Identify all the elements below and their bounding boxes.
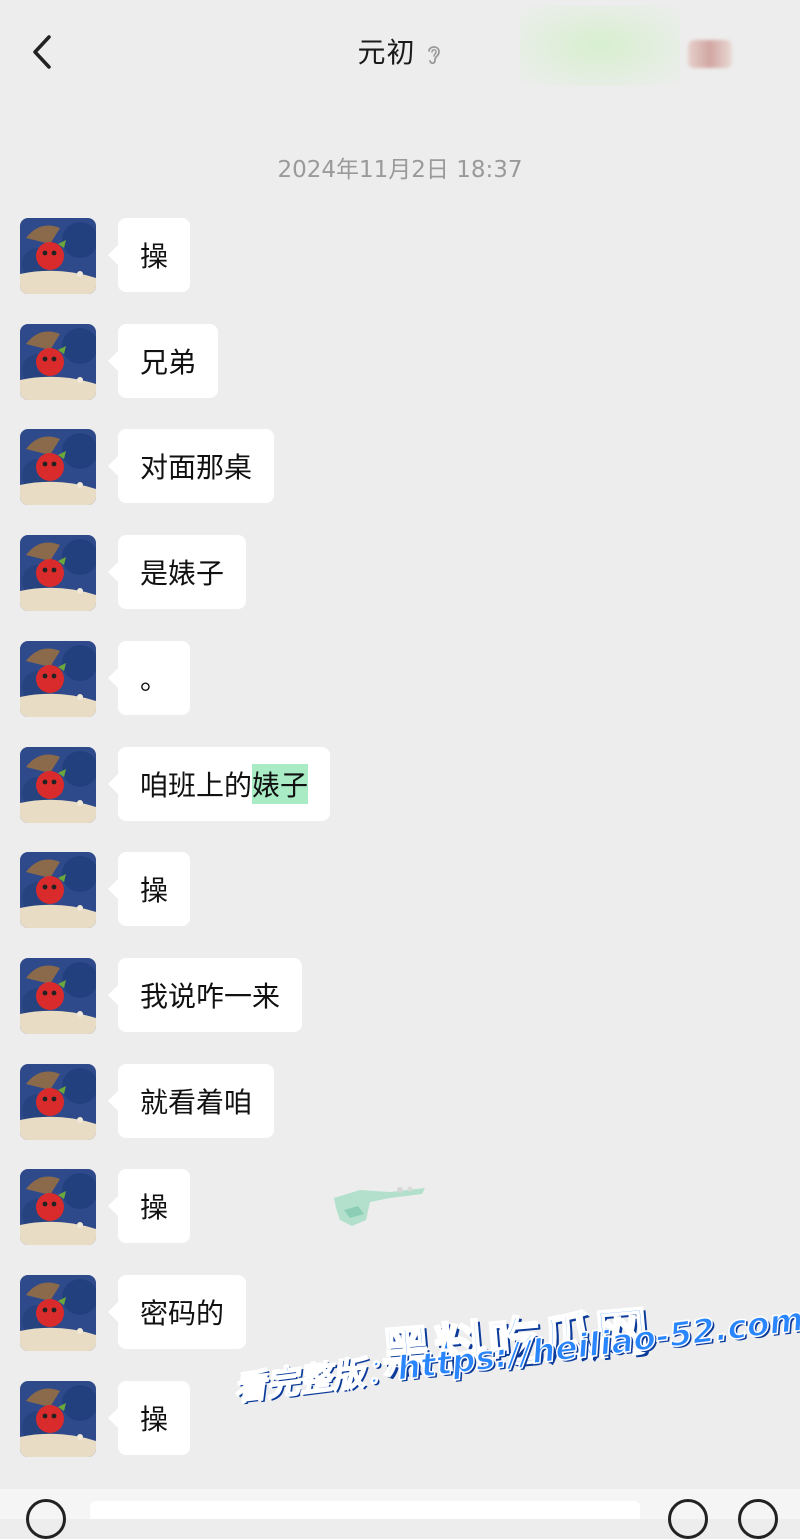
chat-title: 元初: [357, 36, 416, 69]
message-row: 操: [20, 218, 191, 298]
sender-avatar[interactable]: [20, 1063, 96, 1140]
sender-avatar[interactable]: [20, 535, 96, 612]
message-bubble[interactable]: 是婊子: [107, 535, 247, 610]
sender-avatar[interactable]: [20, 746, 96, 823]
input-toolbar: [0, 1489, 800, 1539]
message-text: 是婊子: [140, 557, 225, 591]
voice-icon[interactable]: [26, 1499, 66, 1539]
navigation-bar: 元初: [0, 0, 800, 100]
message-row: 密码的: [20, 1275, 247, 1355]
add-icon[interactable]: [738, 1499, 778, 1539]
chat-title-area: 元初: [0, 30, 800, 76]
sender-avatar[interactable]: [20, 429, 96, 506]
message-bubble[interactable]: 对面那桌: [107, 429, 275, 504]
message-bubble[interactable]: 操: [107, 852, 191, 927]
message-text: 兄弟: [140, 345, 197, 379]
message-bubble[interactable]: 操: [107, 1169, 191, 1244]
message-row: 操: [20, 852, 191, 932]
message-row: 操: [20, 1380, 191, 1461]
message-text: 就看着咱: [140, 1085, 253, 1119]
message-bubble[interactable]: 我说咋一来: [107, 957, 303, 1032]
message-row: 咱班上的 婊子: [20, 746, 331, 827]
sender-avatar[interactable]: [20, 640, 96, 717]
message-row: 是婊子: [20, 535, 247, 615]
message-bubble[interactable]: 兄弟: [107, 323, 219, 398]
message-text: 。: [140, 662, 169, 696]
message-row: 对面那桌: [20, 429, 275, 509]
message-bubble[interactable]: 咱班上的 婊子: [107, 746, 331, 821]
sender-avatar[interactable]: [20, 957, 96, 1034]
message-timestamp: 2024年11月2日 18:37: [277, 157, 523, 183]
emoji-icon[interactable]: [668, 1499, 708, 1539]
message-text: 操: [140, 240, 169, 273]
sender-avatar[interactable]: [20, 852, 96, 929]
message-row: 兄弟: [20, 323, 219, 404]
contact-avatar-thumbnail[interactable]: [688, 40, 732, 68]
sender-avatar[interactable]: [20, 323, 96, 400]
message-row: 就看着咱: [20, 1063, 275, 1144]
message-row: 我说咋一来: [20, 957, 303, 1038]
message-text: 我说咋一来: [140, 979, 281, 1013]
message-bubble[interactable]: 密码的: [107, 1275, 247, 1349]
message-text: 对面那桌: [140, 451, 253, 485]
message-row: 操: [20, 1169, 191, 1249]
message-text: 操: [140, 1191, 169, 1225]
message-text: 密码的: [140, 1297, 225, 1330]
message-bubble[interactable]: 操: [107, 218, 191, 292]
message-bubble[interactable]: 就看着咱: [107, 1063, 275, 1138]
faded-sticker: [334, 1186, 425, 1226]
sender-avatar[interactable]: [20, 1169, 96, 1246]
message-bubble[interactable]: 。: [107, 640, 191, 715]
message-row: 。: [20, 640, 191, 721]
message-input[interactable]: [90, 1501, 640, 1519]
ear-icon: [427, 45, 440, 64]
message-bubble[interactable]: 操: [107, 1380, 191, 1455]
sender-avatar[interactable]: [20, 1275, 96, 1351]
message-text: 操: [140, 874, 169, 908]
highlighted-text: 婊子: [252, 763, 309, 804]
message-text: 操: [140, 1402, 169, 1436]
message-text: 咱班上的: [140, 768, 253, 802]
sender-avatar[interactable]: [20, 218, 96, 294]
sender-avatar[interactable]: [20, 1380, 96, 1457]
